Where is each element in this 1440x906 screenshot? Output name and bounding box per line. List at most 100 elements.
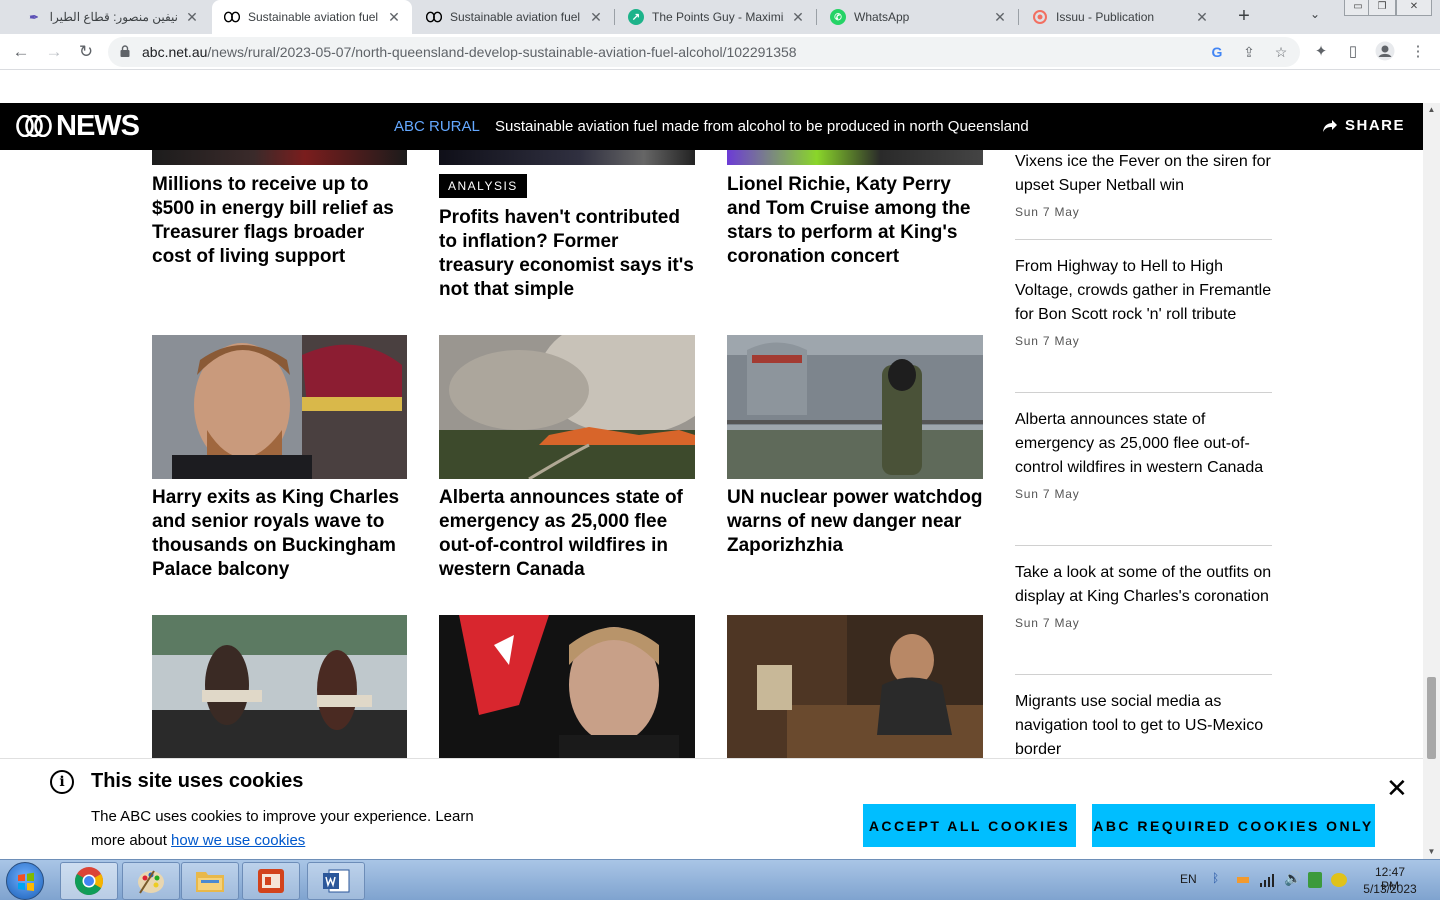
- browser-tab[interactable]: Issuu - Publication ✕: [1020, 0, 1220, 34]
- tab-search-icon[interactable]: ⌄: [1310, 7, 1320, 21]
- abc-icon: [224, 9, 240, 25]
- browser-tab[interactable]: ↗ The Points Guy - Maximiz ✕: [616, 0, 816, 34]
- google-icon[interactable]: G: [1208, 43, 1226, 61]
- divider: [1015, 239, 1272, 240]
- language-indicator[interactable]: EN: [1180, 872, 1197, 886]
- news-wordmark: NEWS: [56, 109, 140, 142]
- article-image[interactable]: [152, 150, 407, 165]
- start-button[interactable]: [6, 862, 44, 900]
- article-image-bon-scott-tribute[interactable]: [152, 615, 407, 759]
- tab-title: Sustainable aviation fuel n: [248, 10, 380, 24]
- article-title[interactable]: Profits haven't contributed to inflation…: [439, 206, 695, 302]
- article-image[interactable]: [439, 150, 695, 165]
- close-tab-icon[interactable]: ✕: [992, 9, 1008, 26]
- share-icon: [1323, 119, 1337, 132]
- back-icon[interactable]: ←: [9, 40, 33, 64]
- extensions-icon[interactable]: ✦: [1310, 41, 1332, 63]
- article-image[interactable]: [727, 150, 983, 165]
- scroll-up-icon[interactable]: ▲: [1427, 105, 1436, 114]
- network-signal-icon[interactable]: [1259, 872, 1275, 893]
- article-image-migrant[interactable]: [727, 615, 983, 759]
- taskbar-app[interactable]: [242, 862, 300, 900]
- browser-tab[interactable]: Sustainable aviation fuel n ✕: [414, 0, 614, 34]
- abc-icon: [426, 9, 442, 25]
- sidebar-story[interactable]: From Highway to Hell to High Voltage, cr…: [1015, 255, 1272, 348]
- tray-status-icon[interactable]: [1331, 873, 1347, 887]
- sidebar-story-title[interactable]: Migrants use social media as navigation …: [1015, 690, 1272, 762]
- share-page-icon[interactable]: ⇪: [1240, 43, 1258, 61]
- section-label[interactable]: ABC RURAL: [394, 118, 480, 135]
- share-button[interactable]: SHARE: [1322, 117, 1405, 134]
- cookie-banner: i This site uses cookies The ABC uses co…: [0, 758, 1423, 859]
- url-host: abc.net.au: [142, 44, 208, 60]
- article-title[interactable]: Alberta announces state of emergency as …: [439, 486, 695, 582]
- forward-icon[interactable]: →: [42, 40, 66, 64]
- sidebar-story-title[interactable]: From Highway to Hell to High Voltage, cr…: [1015, 255, 1272, 327]
- url-text: abc.net.au/news/rural/2023-05-07/north-q…: [142, 44, 797, 60]
- sidebar-story[interactable]: Vixens ice the Fever on the siren for up…: [1015, 150, 1272, 219]
- sidebar-story-date: Sun 7 May: [1015, 616, 1080, 630]
- tab-separator: [816, 9, 817, 25]
- article-title[interactable]: Millions to receive up to $500 in energy…: [152, 173, 407, 269]
- close-tab-icon[interactable]: ✕: [184, 9, 200, 26]
- close-icon[interactable]: ✕: [1386, 775, 1408, 801]
- tab-title: نيفين منصور: قطاع الطيران شر: [50, 10, 178, 24]
- article-title[interactable]: Harry exits as King Charles and senior r…: [152, 486, 407, 582]
- address-bar[interactable]: abc.net.au/news/rural/2023-05-07/north-q…: [108, 37, 1300, 67]
- required-cookies-only-button[interactable]: ABC REQUIRED COOKIES ONLY: [1092, 804, 1375, 847]
- bookmark-star-icon[interactable]: ☆: [1272, 43, 1290, 61]
- sidebar-story-date: Sun 7 May: [1015, 334, 1080, 348]
- browser-toolbar: ← → ↻ abc.net.au/news/rural/2023-05-07/n…: [0, 34, 1440, 70]
- taskbar-paint[interactable]: [122, 862, 180, 900]
- paint-palette-icon: [138, 870, 164, 894]
- close-tab-icon[interactable]: ✕: [386, 9, 402, 26]
- article-image-zaporizhzhia[interactable]: [727, 335, 983, 479]
- red-app-icon: [258, 869, 284, 893]
- tab-title: WhatsApp: [854, 10, 910, 24]
- clock-date[interactable]: 5/13/2023: [1362, 882, 1418, 896]
- restore-icon[interactable]: ❐: [1368, 0, 1396, 16]
- bluetooth-icon[interactable]: ᛒ: [1212, 871, 1219, 885]
- side-panel-icon[interactable]: ▯: [1342, 41, 1364, 63]
- menu-kebab-icon[interactable]: ⋮: [1407, 41, 1429, 63]
- article-image-qantas[interactable]: [439, 615, 695, 759]
- browser-tab[interactable]: ✒ نيفين منصور: قطاع الطيران شر ✕: [14, 0, 210, 34]
- info-icon: i: [50, 770, 74, 794]
- browser-tab-active[interactable]: Sustainable aviation fuel n ✕: [212, 0, 412, 34]
- accept-all-cookies-button[interactable]: ACCEPT ALL COOKIES: [863, 804, 1076, 847]
- scrollbar-thumb[interactable]: [1427, 677, 1436, 759]
- reload-icon[interactable]: ↻: [74, 40, 98, 64]
- close-window-icon[interactable]: ✕: [1396, 0, 1432, 16]
- sidebar-story-title[interactable]: Vixens ice the Fever on the siren for up…: [1015, 150, 1272, 198]
- sidebar-story-title[interactable]: Take a look at some of the outfits on di…: [1015, 561, 1272, 609]
- article-title[interactable]: Lionel Richie, Katy Perry and Tom Cruise…: [727, 173, 983, 269]
- taskbar-chrome[interactable]: [60, 862, 118, 900]
- sidebar-story[interactable]: Alberta announces state of emergency as …: [1015, 408, 1272, 501]
- scroll-down-icon[interactable]: ▼: [1427, 847, 1436, 856]
- sidebar-story[interactable]: Take a look at some of the outfits on di…: [1015, 561, 1272, 630]
- web-page: NEWS ABC RURAL Sustainable aviation fuel…: [0, 71, 1440, 859]
- taskbar-word[interactable]: [307, 862, 365, 900]
- cookie-policy-link[interactable]: how we use cookies: [171, 832, 305, 849]
- new-tab-icon[interactable]: +: [1232, 5, 1256, 29]
- tray-app-icon[interactable]: [1237, 877, 1249, 883]
- profile-icon[interactable]: [1374, 41, 1396, 63]
- close-tab-icon[interactable]: ✕: [588, 9, 604, 26]
- security-shield-icon[interactable]: [1308, 872, 1322, 888]
- close-tab-icon[interactable]: ✕: [1194, 9, 1210, 26]
- taskbar-explorer[interactable]: [181, 862, 239, 900]
- article-title[interactable]: UN nuclear power watchdog warns of new d…: [727, 486, 983, 558]
- volume-icon[interactable]: 🔊: [1284, 870, 1301, 887]
- article-image-alberta-wildfire[interactable]: [439, 335, 695, 479]
- feather-icon: ✒: [29, 11, 39, 24]
- close-tab-icon[interactable]: ✕: [790, 9, 806, 26]
- sidebar-story-title[interactable]: Alberta announces state of emergency as …: [1015, 408, 1272, 480]
- browser-tab-strip: ✒ نيفين منصور: قطاع الطيران شر ✕ Sustain…: [0, 0, 1440, 34]
- abc-news-logo[interactable]: NEWS: [16, 109, 140, 142]
- article-image-prince-harry[interactable]: [152, 335, 407, 479]
- sidebar-story[interactable]: Migrants use social media as navigation …: [1015, 690, 1272, 762]
- page-scrollbar[interactable]: ▲ ▼: [1423, 103, 1440, 859]
- browser-tab[interactable]: ✆ WhatsApp ✕: [818, 0, 1018, 34]
- cookie-title: This site uses cookies: [91, 770, 304, 792]
- article-headline: Sustainable aviation fuel made from alco…: [495, 118, 1029, 135]
